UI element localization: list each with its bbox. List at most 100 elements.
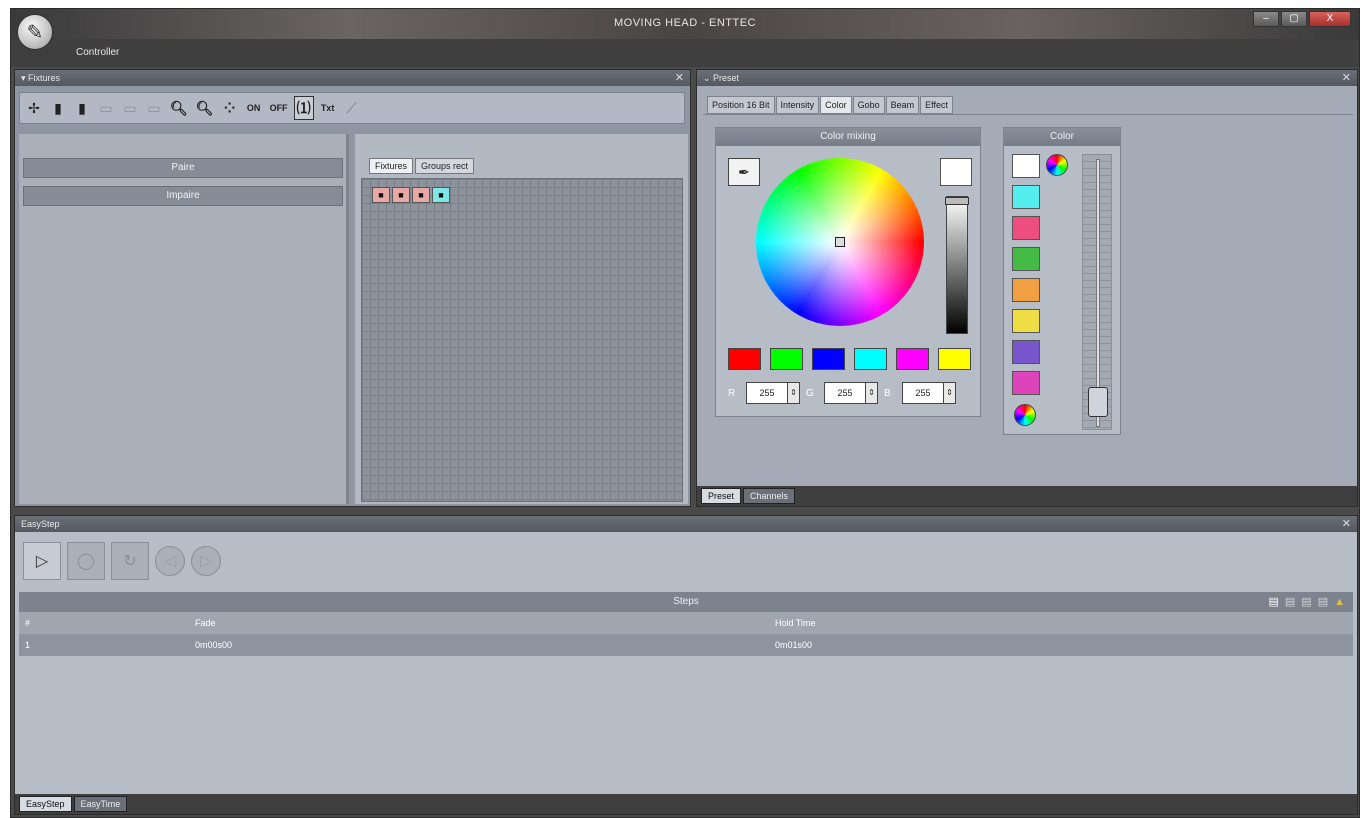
copy-icon[interactable]: ▭	[96, 96, 116, 120]
swatch-magenta[interactable]	[896, 348, 929, 370]
steps-title: Steps	[673, 596, 699, 607]
tab-effect[interactable]: Effect	[920, 96, 953, 114]
insert-step-icon[interactable]: ▤	[1285, 592, 1295, 612]
row-hold-time[interactable]: 0m01s00	[775, 634, 812, 656]
fixture-3-icon[interactable]: ■	[412, 187, 430, 203]
fixture-icon[interactable]: ▮	[48, 96, 68, 120]
color-wheel-icon[interactable]	[1046, 154, 1068, 176]
dots-icon[interactable]: ⁘	[220, 96, 240, 120]
color-preset-swatch[interactable]	[1012, 309, 1040, 333]
fixture-group-icon[interactable]: ▮	[72, 96, 92, 120]
fixture-1-icon[interactable]: ■	[372, 187, 390, 203]
tab-gobo[interactable]: Gobo	[852, 96, 885, 114]
swatch-green[interactable]	[770, 348, 803, 370]
fader-knob[interactable]	[1088, 387, 1108, 417]
color-preset-swatch[interactable]	[1012, 371, 1040, 395]
tab-color[interactable]: Color	[820, 96, 852, 114]
swatch-yellow[interactable]	[938, 348, 971, 370]
close-icon[interactable]: ✕	[675, 70, 684, 86]
wand-icon[interactable]: ⟋	[342, 96, 362, 120]
group-paire-button[interactable]: Paire	[23, 158, 343, 178]
color-preset-swatch[interactable]	[1012, 340, 1040, 364]
previous-icon[interactable]: ◁	[155, 546, 185, 576]
zoom-out-icon[interactable]: 🔍︎	[194, 96, 216, 120]
new-step-icon[interactable]: ▤	[1268, 592, 1278, 612]
fixture-grid[interactable]: ■ ■ ■ ■	[361, 178, 683, 502]
color-preset-swatch[interactable]	[1012, 247, 1040, 271]
tab-intensity[interactable]: Intensity	[775, 96, 820, 114]
minimize-button[interactable]: –	[1253, 11, 1279, 27]
tab-beam[interactable]: Beam	[885, 96, 920, 114]
group-impaire-button[interactable]: Impaire	[23, 186, 343, 206]
blue-value[interactable]: 255	[903, 388, 943, 398]
close-icon[interactable]: ✕	[1342, 516, 1351, 532]
tab-position[interactable]: Position 16 Bit	[707, 96, 775, 114]
spin-arrows-icon[interactable]: ⇕	[865, 383, 877, 403]
color-box-title: Color	[1004, 128, 1120, 146]
color-fader[interactable]	[1082, 154, 1112, 430]
steps-column-headers: # Fade Hold Time	[19, 612, 1353, 634]
swatch-red[interactable]	[728, 348, 761, 370]
spin-arrows-icon[interactable]: ⇕	[787, 383, 799, 403]
record-icon[interactable]: ◯	[67, 542, 105, 580]
red-stepper[interactable]: 255 ⇕	[746, 382, 800, 404]
fixture-2-icon[interactable]: ■	[392, 187, 410, 203]
fixture-4-icon[interactable]: ■	[432, 187, 450, 203]
row-number: 1	[25, 640, 31, 650]
on-button[interactable]: ON	[244, 96, 264, 120]
window-title: MOVING HEAD - ENTTEC	[613, 17, 756, 29]
numbering-icon[interactable]: ⑴	[293, 96, 314, 120]
color-preset-swatch[interactable]	[1012, 154, 1040, 178]
move-icon[interactable]: ✢	[24, 96, 44, 120]
swatch-blue[interactable]	[812, 348, 845, 370]
column-fade[interactable]: Fade	[195, 612, 216, 634]
color-preset-swatch[interactable]	[1012, 278, 1040, 302]
play-icon[interactable]: ▷	[23, 542, 61, 580]
table-row[interactable]: 1 0m00s00 0m01s00	[19, 634, 1353, 656]
chevron-down-icon[interactable]: ▾	[21, 73, 28, 83]
swatch-cyan[interactable]	[854, 348, 887, 370]
quick-color-swatches	[728, 348, 971, 370]
tab-preset[interactable]: Preset	[701, 488, 742, 504]
off-button[interactable]: OFF	[268, 96, 290, 120]
duplicate-step-icon[interactable]: ▤	[1301, 592, 1311, 612]
menu-bar: Controller	[11, 39, 1359, 67]
controller-menu[interactable]: Controller	[76, 47, 119, 58]
fixtures-toolbar: ✢ ▮ ▮ ▭ ▭ ▭ 🔍︎ 🔍︎ ⁘ ON OFF ⑴ Txt ⟋	[19, 92, 685, 124]
green-value[interactable]: 255	[825, 388, 865, 398]
green-stepper[interactable]: 255 ⇕	[824, 382, 878, 404]
color-wheel[interactable]	[756, 158, 924, 326]
maximize-button[interactable]: ▢	[1281, 11, 1307, 27]
column-hold-time[interactable]: Hold Time	[775, 612, 816, 634]
row-fade[interactable]: 0m00s00	[195, 634, 232, 656]
paste-icon[interactable]: ▭	[120, 96, 140, 120]
color-wheel-icon[interactable]	[1014, 404, 1036, 426]
brightness-slider[interactable]	[945, 196, 969, 334]
warning-icon[interactable]: ▲	[1334, 592, 1345, 612]
delete-step-icon[interactable]: ▤	[1318, 592, 1328, 612]
next-icon[interactable]: ▷	[191, 546, 221, 576]
close-icon[interactable]: ✕	[1342, 70, 1351, 86]
loop-icon[interactable]: ↻	[111, 542, 149, 580]
tab-easystep[interactable]: EasyStep	[19, 796, 72, 812]
color-preset-swatch[interactable]	[1012, 185, 1040, 209]
eyedropper-icon[interactable]: ✒	[728, 158, 760, 186]
tab-fixtures[interactable]: Fixtures	[369, 158, 414, 174]
steps-actions: ▤ ▤ ▤ ▤ ▲	[1268, 592, 1345, 612]
tab-channels[interactable]: Channels	[743, 488, 796, 504]
red-value[interactable]: 255	[747, 388, 787, 398]
chevron-icon[interactable]: ⌄	[703, 73, 713, 83]
paste-special-icon[interactable]: ▭	[144, 96, 164, 120]
color-preset-swatch[interactable]	[1012, 216, 1040, 240]
zoom-in-icon[interactable]: 🔍︎	[168, 96, 190, 120]
column-number[interactable]: #	[25, 612, 30, 634]
wheel-cursor[interactable]	[835, 237, 845, 247]
spin-arrows-icon[interactable]: ⇕	[943, 383, 955, 403]
blue-stepper[interactable]: 255 ⇕	[902, 382, 956, 404]
close-button[interactable]: X	[1309, 11, 1351, 27]
tab-groups-rect[interactable]: Groups rect	[415, 158, 475, 174]
brightness-handle[interactable]	[945, 197, 969, 205]
app-logo-icon[interactable]: ✎	[17, 14, 53, 50]
txt-button[interactable]: Txt	[318, 96, 338, 120]
tab-easytime[interactable]: EasyTime	[73, 796, 128, 812]
